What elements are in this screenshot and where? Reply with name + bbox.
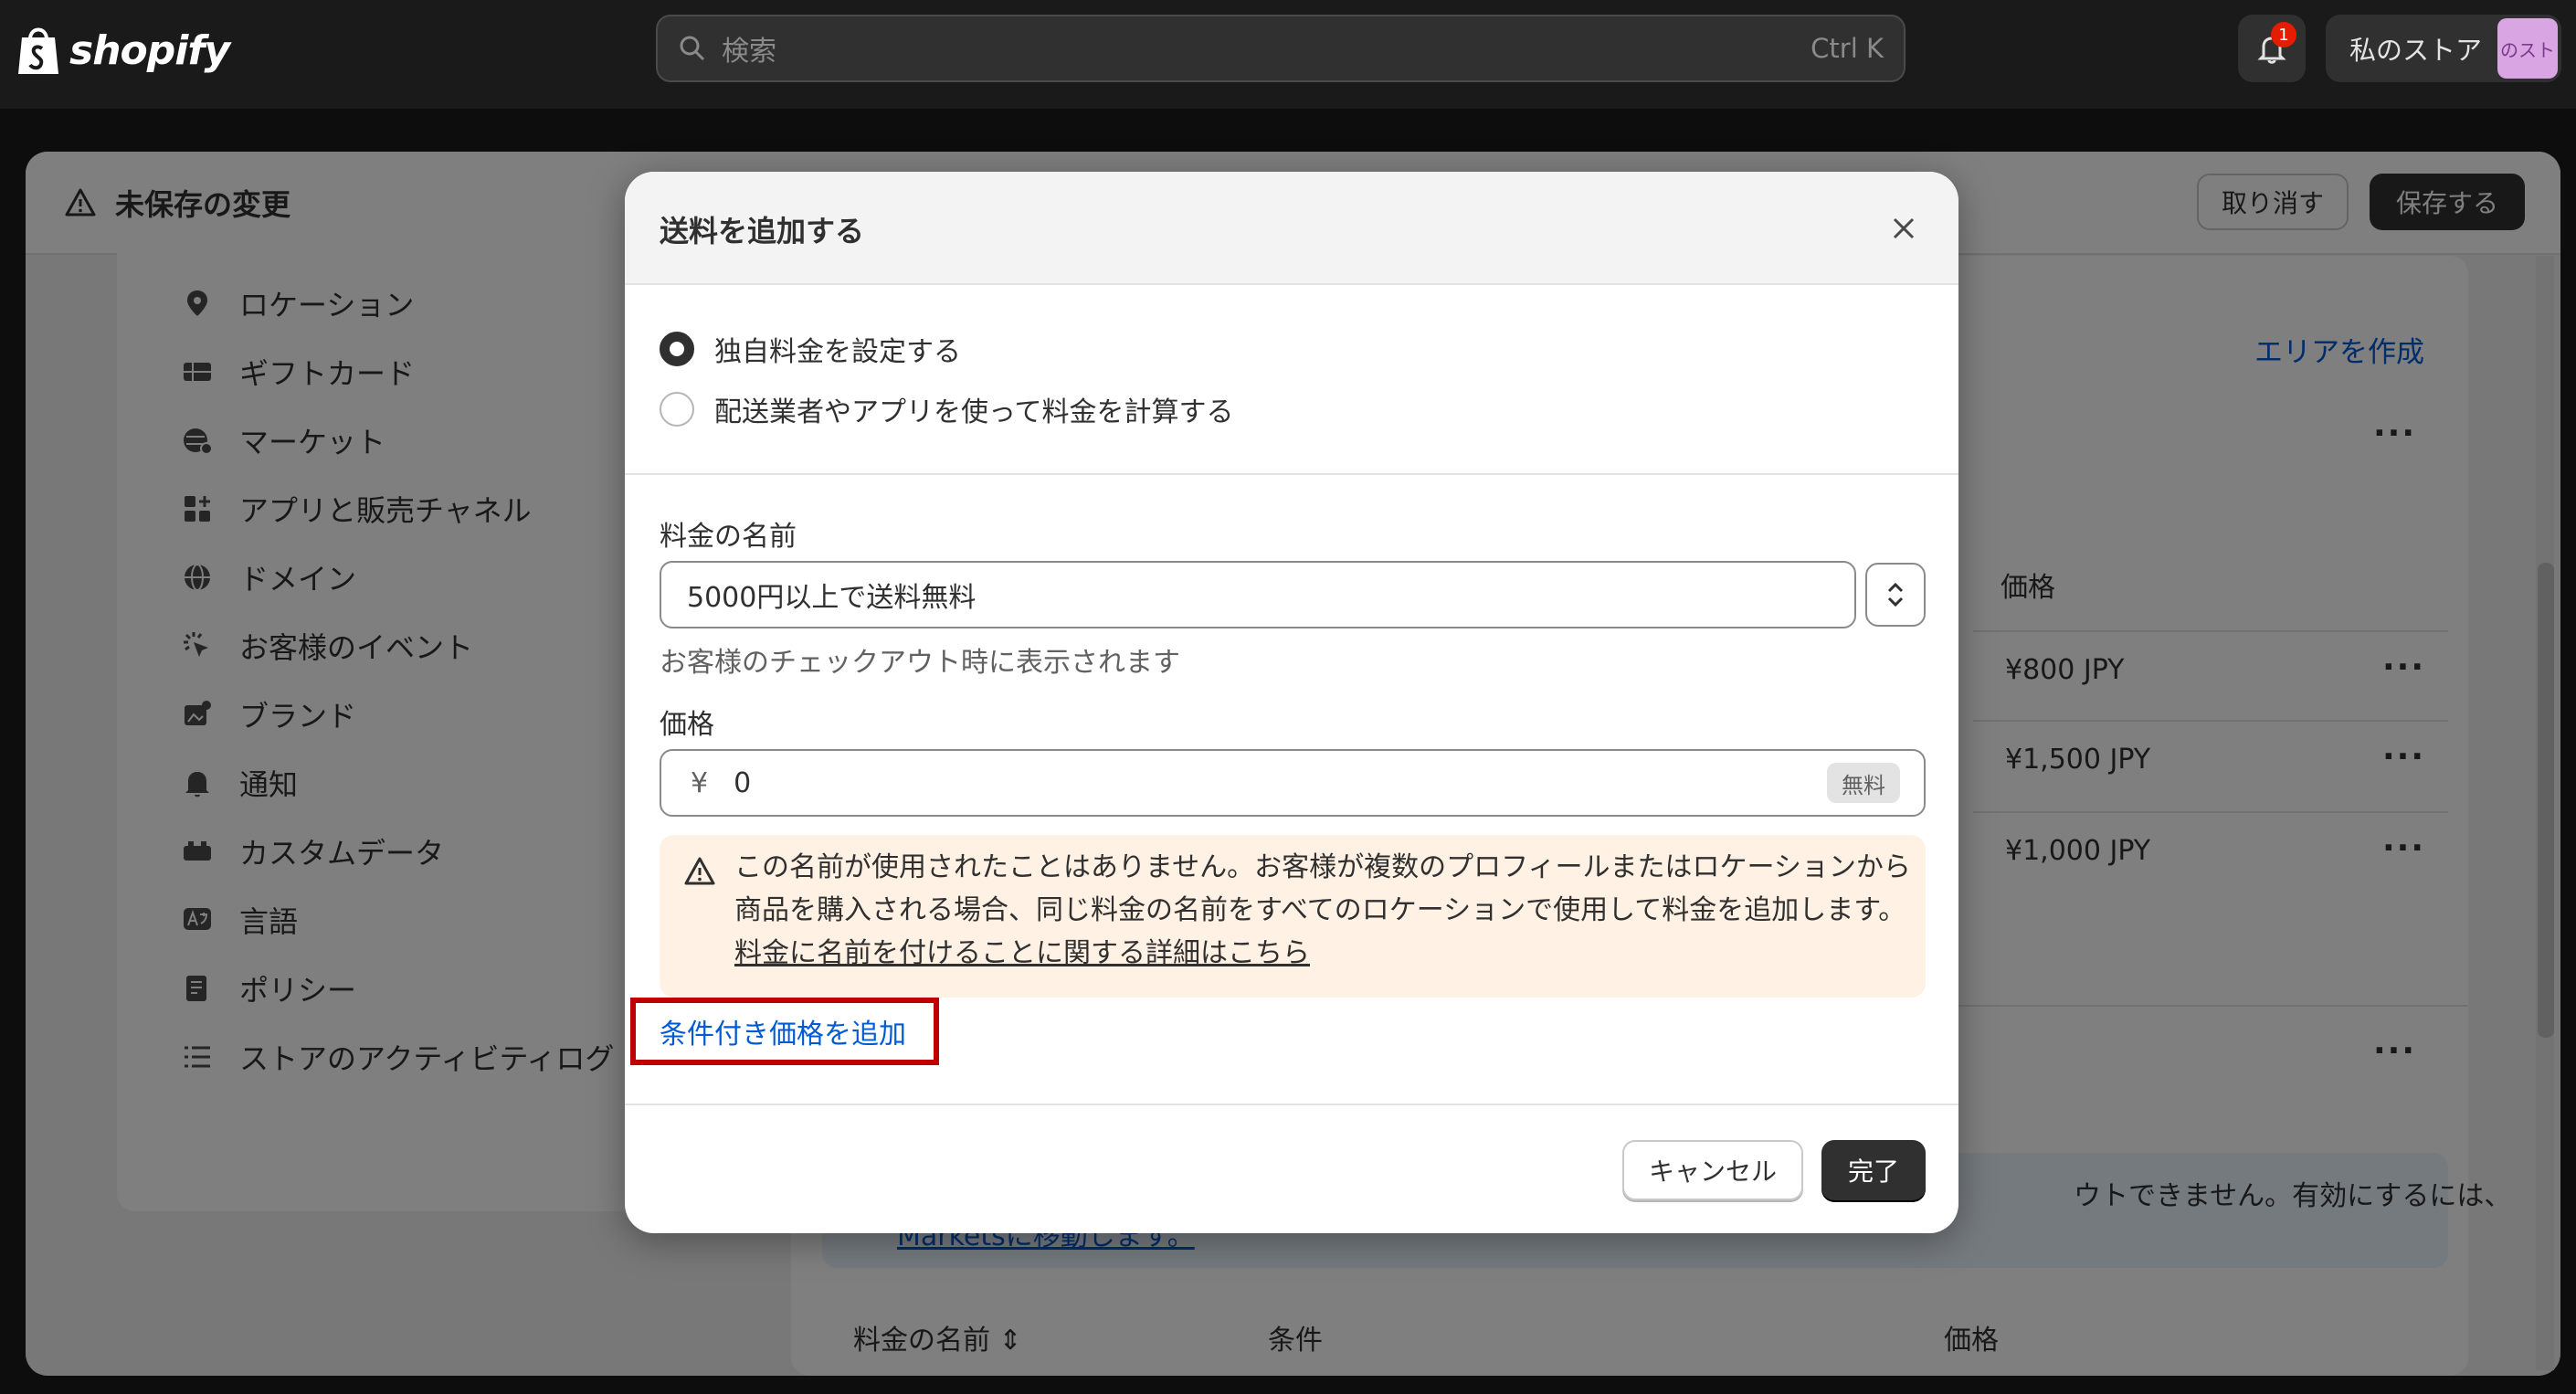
radio-custom-rate[interactable]: 独自料金を設定する <box>660 329 961 369</box>
chevron-up-down-icon <box>1887 582 1904 607</box>
price-input[interactable]: ¥ 0 無料 <box>660 749 1926 817</box>
store-menu-button[interactable]: 私のストア のスト <box>2326 15 2561 82</box>
rate-name-warning: この名前が使用されたことはありません。お客様が複数のプロフィールまたはロケーショ… <box>660 835 1926 998</box>
add-conditional-pricing-link[interactable]: 条件付き価格を追加 <box>630 998 939 1065</box>
cancel-button[interactable]: キャンセル <box>1622 1140 1803 1200</box>
rate-name-selector[interactable] <box>1865 563 1926 627</box>
warning-message: この名前が使用されたことはありません。お客様が複数のプロフィールまたはロケーショ… <box>734 851 1911 926</box>
search-shortcut: Ctrl K <box>1811 33 1884 64</box>
notifications-button[interactable]: 1 <box>2238 15 2306 82</box>
radio-label: 独自料金を設定する <box>714 336 961 368</box>
warning-icon <box>684 857 715 885</box>
radio-button-selected[interactable] <box>660 332 694 366</box>
divider <box>625 1104 1958 1105</box>
done-button[interactable]: 完了 <box>1821 1140 1926 1200</box>
top-bar: shopify 検索 Ctrl K 1 私のストア のスト <box>0 0 2576 109</box>
add-shipping-rate-modal: 送料を追加する 独自料金を設定する 配送業者やアプリを使って料金を計算する 料金… <box>625 172 1958 1233</box>
shopify-logo[interactable]: shopify <box>15 20 230 80</box>
modal-header: 送料を追加する <box>625 172 1958 285</box>
divider <box>625 473 1958 475</box>
shopify-bag-icon <box>18 27 58 74</box>
rate-naming-help-link[interactable]: 料金に名前を付けることに関する詳細はこちら <box>734 937 1310 969</box>
search-bar[interactable]: 検索 Ctrl K <box>656 15 1906 82</box>
radio-button[interactable] <box>660 392 694 427</box>
free-badge: 無料 <box>1827 763 1900 803</box>
price-label: 価格 <box>660 709 714 741</box>
store-avatar: のスト <box>2497 18 2558 79</box>
rate-name-label: 料金の名前 <box>660 521 797 553</box>
search-icon <box>680 36 705 61</box>
rate-name-input[interactable]: 5000円以上で送料無料 <box>660 561 1856 628</box>
store-name: 私のストア <box>2349 35 2483 66</box>
warning-text: この名前が使用されたことはありません。お客様が複数のプロフィールまたはロケーショ… <box>734 846 1913 975</box>
rate-name-help: お客様のチェックアウト時に表示されます <box>660 647 1180 679</box>
logo-text: shopify <box>69 26 230 74</box>
radio-label: 配送業者やアプリを使って料金を計算する <box>714 396 1234 428</box>
notification-badge: 1 <box>2271 22 2296 48</box>
currency-symbol: ¥ <box>691 766 709 799</box>
modal-title: 送料を追加する <box>660 214 865 248</box>
close-icon[interactable] <box>1885 210 1922 247</box>
radio-carrier-rate[interactable]: 配送業者やアプリを使って料金を計算する <box>660 389 1234 429</box>
search-placeholder: 検索 <box>722 36 776 68</box>
price-value: 0 <box>734 766 752 799</box>
